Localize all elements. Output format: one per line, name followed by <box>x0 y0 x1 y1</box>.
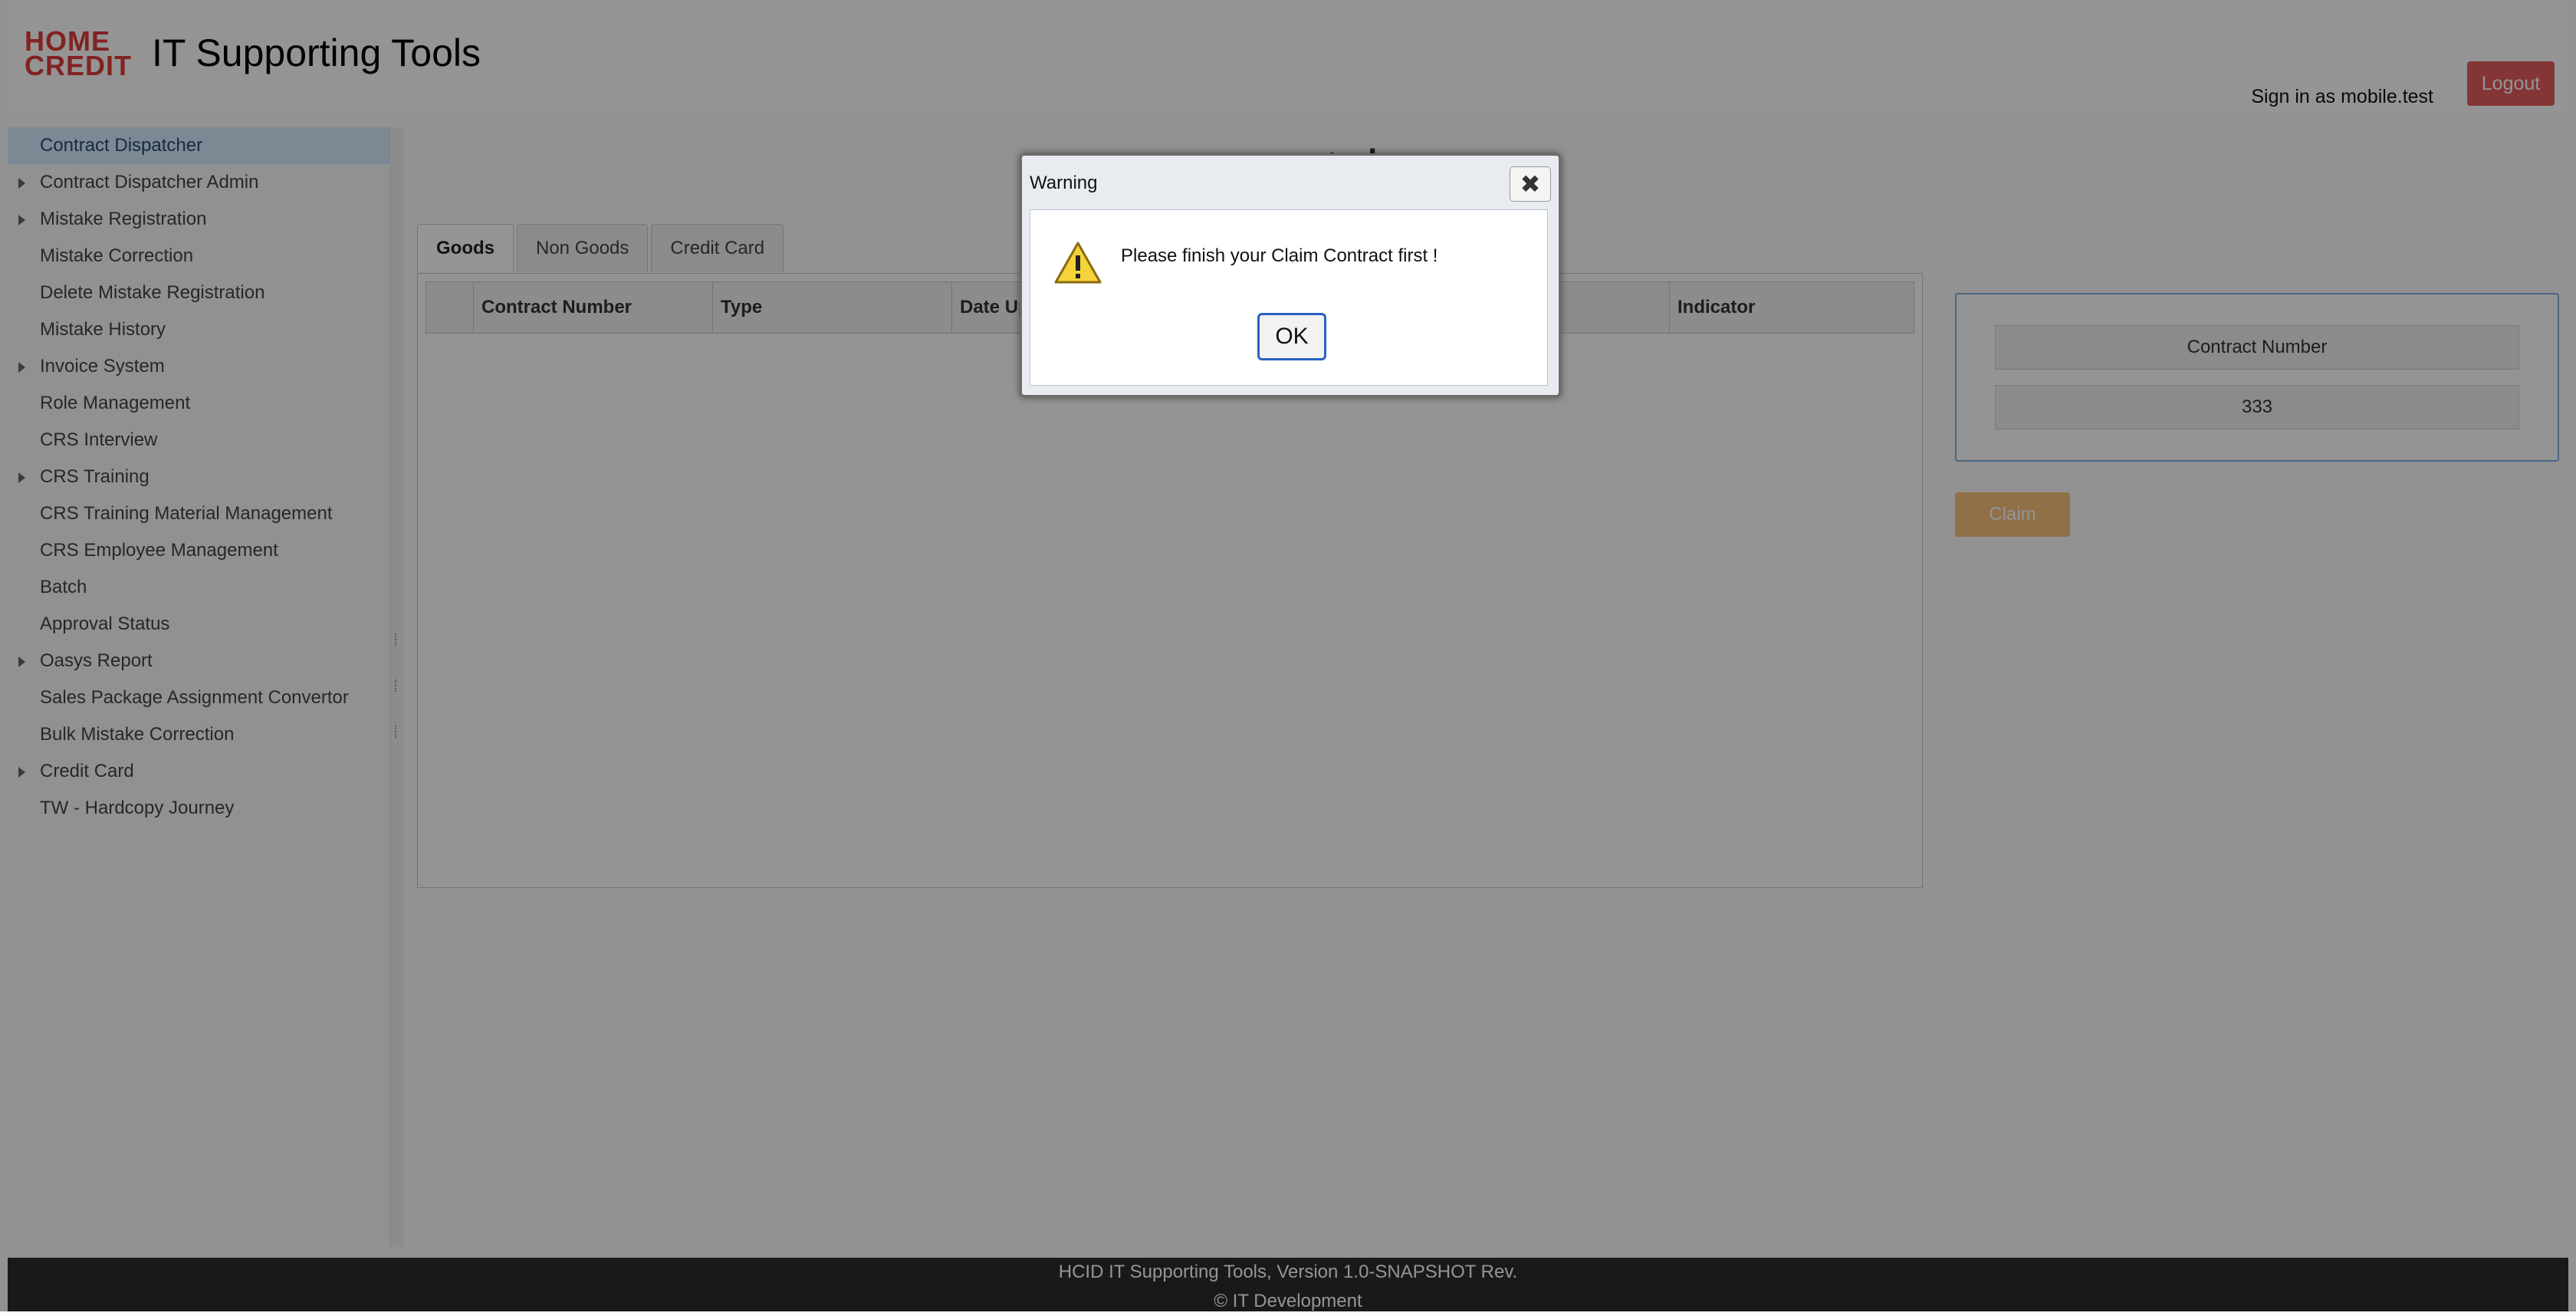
dialog-title: Warning <box>1030 173 1098 193</box>
dialog-message: Please finish your Claim Contract first … <box>1121 245 1438 266</box>
dialog-body: Please finish your Claim Contract first … <box>1030 209 1548 386</box>
warning-dialog: Warning ✖ Please finish your Claim Contr… <box>1020 153 1561 397</box>
close-icon[interactable]: ✖ <box>1510 166 1551 202</box>
dialog-titlebar[interactable]: Warning ✖ <box>1022 156 1559 209</box>
ok-button[interactable]: OK <box>1257 313 1326 360</box>
warning-icon <box>1054 242 1102 284</box>
